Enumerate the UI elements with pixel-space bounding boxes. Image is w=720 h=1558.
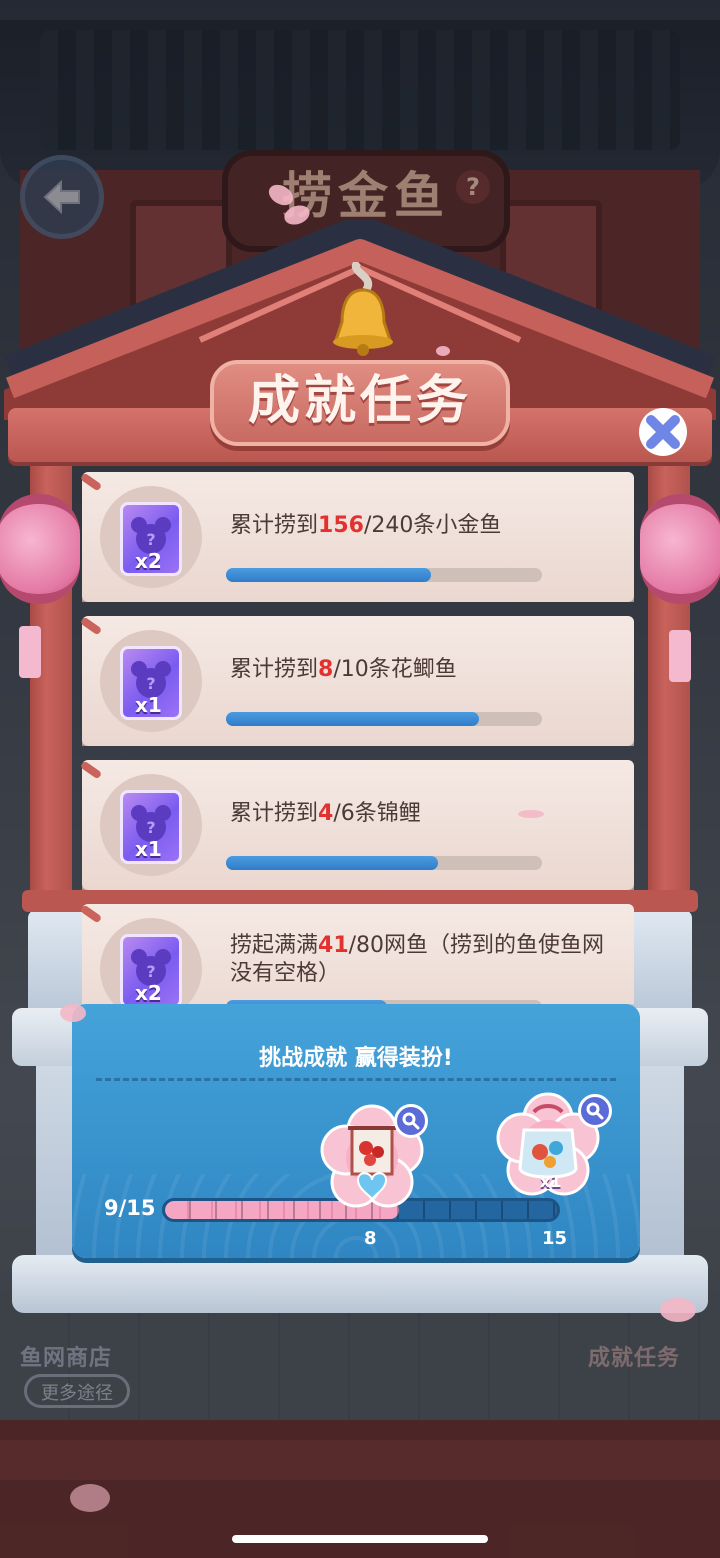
task-current-count: 41 bbox=[318, 933, 349, 958]
svg-text:?: ? bbox=[146, 818, 155, 837]
reward-quantity: x2 bbox=[135, 549, 162, 573]
task-description: 累计捞到8/10条花鲫鱼 bbox=[230, 656, 616, 684]
home-indicator[interactable] bbox=[232, 1535, 488, 1543]
task-target: /6条锦鲤 bbox=[333, 801, 421, 826]
dashed-divider bbox=[96, 1078, 616, 1081]
petal-decoration bbox=[60, 1004, 86, 1022]
task-current-count: 8 bbox=[318, 657, 334, 682]
dialog-title: 成就任务 bbox=[247, 371, 472, 431]
reward-quantity: x1 bbox=[135, 837, 162, 861]
task-progress-bar bbox=[226, 856, 542, 870]
task-prefix: 捞起满满 bbox=[230, 933, 319, 958]
task-progress-bar bbox=[226, 712, 542, 726]
task-description: 累计捞到4/6条锦鲤 bbox=[230, 800, 616, 828]
shrine-base-foot bbox=[12, 1255, 708, 1313]
svg-text:?: ? bbox=[146, 962, 155, 981]
task-description: 捞起满满41/80网鱼（捞到的鱼使鱼网没有空格） bbox=[230, 932, 616, 988]
task-progress-fill bbox=[226, 568, 431, 582]
task-card: ? x2 累计捞到156/240条小金鱼 bbox=[0, 472, 720, 602]
magnifier-icon[interactable] bbox=[578, 1094, 612, 1128]
svg-text:?: ? bbox=[146, 674, 155, 693]
task-target: /240条小金鱼 bbox=[363, 513, 502, 538]
reward-quantity: x2 bbox=[135, 981, 162, 1004]
bell-icon bbox=[333, 262, 393, 356]
task-description: 累计捞到156/240条小金鱼 bbox=[230, 512, 616, 540]
search-icon bbox=[586, 1102, 604, 1120]
milestone-label-15: 15 bbox=[542, 1228, 568, 1249]
reward-quantity: x1 bbox=[540, 1172, 562, 1191]
reward-quantity: x1 bbox=[135, 693, 162, 717]
task-prefix: 累计捞到 bbox=[230, 801, 319, 826]
milestone-label-8: 8 bbox=[364, 1228, 377, 1249]
task-card: ? x2 捞起满满41/80网鱼（捞到的鱼使鱼网没有空格） bbox=[0, 904, 720, 1004]
task-target: /10条花鲫鱼 bbox=[333, 657, 457, 682]
svg-text:?: ? bbox=[146, 530, 155, 549]
task-card: ? x1 累计捞到4/6条锦鲤 bbox=[0, 760, 720, 890]
task-progress-bar bbox=[226, 568, 542, 582]
challenge-progress-text: 9/15 bbox=[104, 1196, 156, 1220]
petal-decoration bbox=[70, 1484, 110, 1512]
petal-decoration bbox=[660, 1298, 696, 1322]
mystery-bear-ticket-icon[interactable]: ? x2 bbox=[120, 502, 182, 576]
petal-decoration bbox=[436, 346, 450, 356]
challenge-title: 挑战成就 赢得装扮! bbox=[259, 1046, 453, 1071]
mystery-bear-ticket-icon[interactable]: ? x1 bbox=[120, 790, 182, 864]
task-progress-fill bbox=[226, 712, 479, 726]
task-progress-fill bbox=[226, 856, 438, 870]
close-button[interactable] bbox=[637, 406, 689, 458]
task-current-count: 156 bbox=[318, 513, 364, 538]
task-current-count: 4 bbox=[318, 801, 334, 826]
task-prefix: 累计捞到 bbox=[230, 657, 319, 682]
mystery-bear-ticket-icon[interactable]: ? x1 bbox=[120, 646, 182, 720]
task-card: ? x1 累计捞到8/10条花鲫鱼 bbox=[0, 616, 720, 746]
magnifier-icon[interactable] bbox=[394, 1104, 428, 1138]
task-prefix: 累计捞到 bbox=[230, 513, 319, 538]
search-icon bbox=[402, 1112, 420, 1130]
petal-decoration bbox=[518, 810, 544, 818]
mystery-bear-ticket-icon[interactable]: ? x2 bbox=[120, 934, 182, 1004]
